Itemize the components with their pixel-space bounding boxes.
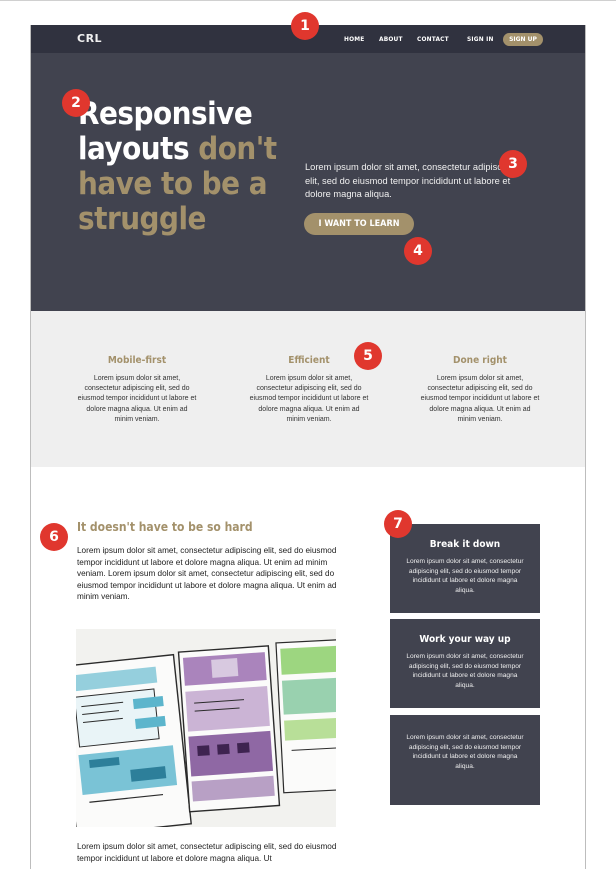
top-divider — [0, 0, 616, 1]
card-break-it-down: Break it down Lorem ipsum dolor sit amet… — [390, 524, 540, 613]
feature-title: Efficient — [288, 355, 330, 366]
main-title: It doesn't have to be so hard — [77, 520, 253, 534]
feature-done-right: Done right Lorem ipsum dolor sit amet, c… — [420, 355, 540, 425]
main-paragraph-2: Lorem ipsum dolor sit amet, consectetur … — [77, 842, 337, 863]
card-text: Lorem ipsum dolor sit amet, consectetur … — [406, 558, 524, 594]
annotation-marker-7: 7 — [384, 510, 412, 538]
feature-text: Lorem ipsum dolor sit amet, consectetur … — [420, 375, 540, 423]
annotation-marker-1: 1 — [291, 12, 319, 40]
feature-efficient: Efficient Lorem ipsum dolor sit amet, co… — [249, 355, 369, 425]
nav-link-sign-in[interactable]: SIGN IN — [467, 35, 494, 43]
card-title: Break it down — [429, 539, 501, 550]
card-text: Lorem ipsum dolor sit amet, consectetur … — [406, 653, 524, 689]
annotation-marker-6: 6 — [40, 523, 68, 551]
features-section: Mobile-first Lorem ipsum dolor sit amet,… — [31, 311, 585, 467]
annotation-marker-2: 2 — [62, 89, 90, 117]
page-frame: CRL HOME ABOUT CONTACT SIGN IN SIGN UP R… — [30, 25, 586, 869]
hero-description: Lorem ipsum dolor sit amet, consectetur … — [305, 162, 515, 199]
sign-up-button[interactable]: SIGN UP — [503, 33, 543, 46]
feature-text: Lorem ipsum dolor sit amet, consectetur … — [249, 375, 369, 423]
learn-button[interactable]: I WANT TO LEARN — [304, 213, 414, 235]
nav-link-about[interactable]: ABOUT — [379, 35, 403, 43]
feature-title: Done right — [453, 355, 507, 366]
annotation-marker-3: 3 — [499, 150, 527, 178]
card-text: Lorem ipsum dolor sit amet, consectetur … — [406, 734, 524, 770]
hero-title: Responsive layouts don't have to be a st… — [78, 97, 298, 237]
nav-link-contact[interactable]: CONTACT — [417, 35, 449, 43]
feature-text: Lorem ipsum dolor sit amet, consectetur … — [77, 375, 197, 423]
card-title: Work your way up — [419, 634, 511, 645]
feature-mobile-first: Mobile-first Lorem ipsum dolor sit amet,… — [77, 355, 197, 425]
feature-title: Mobile-first — [107, 355, 167, 366]
main-paragraph: Lorem ipsum dolor sit amet, consectetur … — [77, 546, 337, 601]
card-work-your-way-up: Work your way up Lorem ipsum dolor sit a… — [390, 619, 540, 708]
card-untitled: Lorem ipsum dolor sit amet, consectetur … — [390, 715, 540, 805]
nav-link-home[interactable]: HOME — [344, 35, 364, 43]
annotation-marker-5: 5 — [354, 342, 382, 370]
annotation-marker-4: 4 — [404, 237, 432, 265]
hero-section: Responsive layouts don't have to be a st… — [31, 53, 585, 311]
wireframe-sketch-image — [76, 629, 336, 827]
